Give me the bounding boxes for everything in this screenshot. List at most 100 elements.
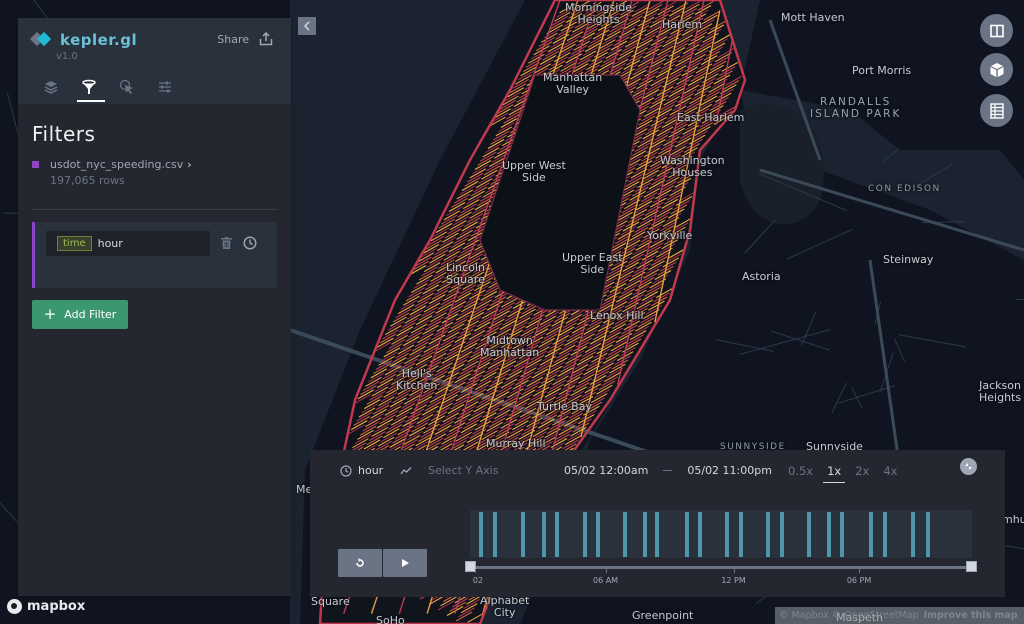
histogram-bar	[655, 512, 660, 557]
y-axis-selector[interactable]: Select Y Axis	[400, 464, 498, 477]
mapbox-logo[interactable]: mapbox	[7, 599, 85, 614]
map-label: Washington Houses	[660, 154, 725, 179]
time-histogram	[470, 510, 972, 558]
map-label: Mott Haven	[781, 11, 845, 24]
3d-view-button[interactable]	[980, 53, 1013, 86]
filter-field-name: hour	[97, 237, 123, 250]
dataset-color-swatch	[32, 161, 39, 168]
map-label: Manhattan Valley	[543, 71, 603, 96]
reset-icon	[356, 558, 364, 567]
time-widget-header: hour Select Y Axis 05/02 12:00am 05/02 1…	[310, 450, 1005, 490]
cube-icon	[990, 62, 1003, 77]
collapse-panel-button[interactable]	[298, 17, 316, 35]
map-label: SoHo	[376, 614, 405, 624]
map-label: Greenpoint	[632, 609, 694, 622]
histogram-bar	[698, 512, 703, 557]
histogram-bar	[541, 512, 546, 557]
axis-tick-label: 06 AM	[592, 576, 619, 585]
clock-icon	[340, 464, 352, 477]
app-title: kepler.gl	[60, 31, 138, 49]
map-label: Port Morris	[852, 64, 912, 77]
range-separator	[663, 470, 673, 471]
speed-option[interactable]: 4x	[883, 464, 897, 478]
sliders-icon	[159, 81, 171, 93]
line-chart-icon	[400, 466, 412, 474]
time-field-name: hour	[358, 464, 384, 477]
y-axis-placeholder: Select Y Axis	[428, 464, 499, 477]
tab-filters[interactable]	[70, 76, 108, 104]
map-label: Alphabet City	[480, 594, 530, 619]
chevron-right-icon[interactable]: ›	[187, 158, 191, 171]
map-attribution: © Mapbox © OpenStreetMap Improve this ma…	[775, 607, 1024, 624]
play-button[interactable]	[383, 549, 427, 577]
map-label: Yorkville	[647, 229, 693, 242]
map-label: Midtown Manhattan	[480, 334, 540, 359]
histogram-bar	[766, 512, 771, 557]
tab-map-style[interactable]	[146, 76, 184, 104]
filter-field-selector[interactable]: time hour	[46, 231, 210, 256]
speed-option[interactable]: 0.5x	[788, 464, 813, 478]
share-button[interactable]: Share	[217, 32, 273, 46]
axis-tick-label: 06 PM	[846, 576, 872, 585]
histogram-bar	[643, 512, 648, 557]
map-label: Astoria	[742, 270, 781, 283]
layers-icon	[44, 81, 58, 94]
range-slider-handle-right[interactable]	[966, 561, 977, 572]
split-map-button[interactable]	[980, 14, 1013, 47]
range-start: 05/02 12:00am	[564, 464, 649, 477]
time-range-display: 05/02 12:00am 05/02 11:00pm	[564, 464, 772, 477]
time-range-slider-track[interactable]	[470, 566, 972, 569]
play-icon	[402, 559, 409, 567]
map-label: Morningside Heights	[565, 1, 633, 26]
split-map-icon	[989, 24, 1004, 37]
histogram-bar	[780, 512, 785, 557]
divider	[32, 209, 277, 210]
map-label: Harlem	[662, 18, 703, 31]
reset-button[interactable]	[338, 549, 382, 577]
playback-controls	[338, 549, 428, 577]
kepler-logo-icon	[29, 31, 54, 47]
map-label: Steinway	[883, 253, 934, 266]
tab-interactions[interactable]	[108, 76, 146, 104]
axis-tick	[859, 569, 861, 573]
kepler-logo[interactable]: kepler.gl	[29, 31, 138, 49]
panel-header: kepler.gl v1.0 Share	[18, 18, 291, 104]
histogram-bar	[926, 512, 930, 557]
cursor-icon	[119, 79, 133, 94]
histogram-bar	[554, 512, 559, 557]
chevron-left-icon	[303, 21, 310, 31]
axis-tick	[733, 569, 735, 573]
dataset-title[interactable]: usdot_nyc_speeding.csv ›	[32, 158, 277, 171]
tab-layers[interactable]	[32, 76, 70, 104]
map-label: Square	[311, 595, 350, 608]
dataset-row-count: 197,065 rows	[50, 174, 125, 187]
map-label: RANDALLS ISLAND PARK	[810, 96, 902, 120]
close-time-widget-button[interactable]	[960, 458, 977, 475]
map-label: Lincoln Square	[446, 261, 485, 286]
legend-button[interactable]	[980, 94, 1013, 127]
copyright-links[interactable]: © Mapbox © OpenStreetMap	[779, 610, 919, 621]
map-label: Lenox Hill	[590, 309, 644, 322]
histogram-bar	[882, 512, 887, 557]
filter-card: time hour	[32, 222, 277, 288]
histogram-bar	[582, 512, 587, 557]
histogram-bar	[739, 512, 744, 557]
filters-panel: Filters usdot_nyc_speeding.csv › 197,065…	[18, 104, 291, 347]
add-filter-button[interactable]: + Add Filter	[32, 300, 128, 329]
trash-icon[interactable]	[221, 237, 232, 249]
panel-title: Filters	[32, 122, 96, 146]
app-root: Morningside Heights Harlem Mott Haven Port M…	[0, 0, 1024, 624]
speed-option[interactable]: 1x	[823, 464, 846, 483]
clock-icon[interactable]	[243, 236, 257, 250]
axis-tick-label: 12 PM	[721, 576, 746, 585]
improve-map-link[interactable]: Improve this map	[924, 610, 1018, 621]
histogram-bar	[826, 512, 831, 557]
mapbox-logo-text: mapbox	[27, 599, 86, 614]
legend-icon	[989, 102, 1004, 119]
axis-tick	[475, 569, 477, 573]
mapbox-logo-icon	[7, 599, 22, 614]
map-label: East Harlem	[677, 111, 745, 124]
filter-icon	[82, 79, 96, 94]
speed-option[interactable]: 2x	[855, 464, 869, 478]
time-field-selector[interactable]: hour	[340, 464, 383, 477]
